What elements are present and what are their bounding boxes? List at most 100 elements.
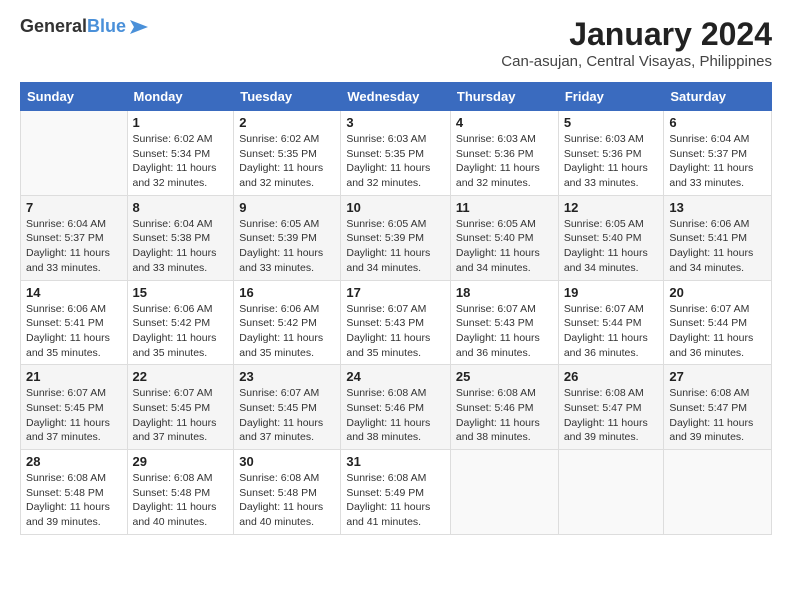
day-number: 26 xyxy=(564,369,659,384)
day-info: Sunrise: 6:05 AMSunset: 5:40 PMDaylight:… xyxy=(564,217,659,276)
calendar-cell: 29 Sunrise: 6:08 AMSunset: 5:48 PMDayligh… xyxy=(127,450,234,535)
week-row-4: 21Sunrise: 6:07 AMSunset: 5:45 PMDayligh… xyxy=(21,365,772,450)
calendar-cell xyxy=(21,111,128,196)
day-info: Sunrise: 6:08 AMSunset: 5:46 PMDaylight:… xyxy=(456,386,553,445)
calendar-cell: 27Sunrise: 6:08 AMSunset: 5:47 PMDayligh… xyxy=(664,365,772,450)
calendar-cell: 25 Sunrise: 6:08 AMSunset: 5:46 PMDayligh… xyxy=(450,365,558,450)
day-number: 28 xyxy=(26,454,122,469)
day-info: Sunrise: 6:07 AMSunset: 5:43 PMDaylight:… xyxy=(456,302,553,361)
calendar-cell: 8 Sunrise: 6:04 AMSunset: 5:38 PMDaylight… xyxy=(127,195,234,280)
day-number: 14 xyxy=(26,285,122,300)
day-number: 29 xyxy=(133,454,229,469)
day-number: 25 xyxy=(456,369,553,384)
week-row-1: 1Sunrise: 6:02 AMSunset: 5:34 PMDaylight… xyxy=(21,111,772,196)
calendar-cell: 19 Sunrise: 6:07 AMSunset: 5:44 PMDayligh… xyxy=(558,280,664,365)
day-info: Sunrise: 6:07 AMSunset: 5:45 PMDaylight:… xyxy=(239,386,335,445)
day-info: Sunrise: 6:05 AMSunset: 5:39 PMDaylight:… xyxy=(346,217,445,276)
weekday-header-tuesday: Tuesday xyxy=(234,83,341,111)
calendar-cell: 26 Sunrise: 6:08 AMSunset: 5:47 PMDayligh… xyxy=(558,365,664,450)
day-info: Sunrise: 6:08 AMSunset: 5:48 PMDaylight:… xyxy=(239,471,335,530)
day-number: 19 xyxy=(564,285,659,300)
day-info: Sunrise: 6:06 AMSunset: 5:42 PMDaylight:… xyxy=(133,302,229,361)
calendar-cell: 31Sunrise: 6:08 AMSunset: 5:49 PMDayligh… xyxy=(341,450,451,535)
day-info: Sunrise: 6:07 AMSunset: 5:45 PMDaylight:… xyxy=(26,386,122,445)
day-info: Sunrise: 6:03 AMSunset: 5:36 PMDaylight:… xyxy=(564,132,659,191)
logo-general: General xyxy=(20,16,87,36)
calendar-cell: 6 Sunrise: 6:04 AMSunset: 5:37 PMDaylight… xyxy=(664,111,772,196)
day-info: Sunrise: 6:08 AMSunset: 5:48 PMDaylight:… xyxy=(26,471,122,530)
calendar-cell: 30Sunrise: 6:08 AMSunset: 5:48 PMDayligh… xyxy=(234,450,341,535)
day-info: Sunrise: 6:08 AMSunset: 5:46 PMDaylight:… xyxy=(346,386,445,445)
calendar-cell xyxy=(664,450,772,535)
day-info: Sunrise: 6:06 AMSunset: 5:41 PMDaylight:… xyxy=(669,217,766,276)
logo: GeneralBlue xyxy=(20,16,150,37)
calendar-cell: 20Sunrise: 6:07 AMSunset: 5:44 PMDayligh… xyxy=(664,280,772,365)
weekday-header-saturday: Saturday xyxy=(664,83,772,111)
day-number: 3 xyxy=(346,115,445,130)
day-info: Sunrise: 6:02 AMSunset: 5:34 PMDaylight:… xyxy=(133,132,229,191)
calendar-cell: 23 Sunrise: 6:07 AMSunset: 5:45 PMDayligh… xyxy=(234,365,341,450)
logo-icon xyxy=(128,18,150,36)
day-number: 27 xyxy=(669,369,766,384)
calendar-cell: 3 Sunrise: 6:03 AMSunset: 5:35 PMDaylight… xyxy=(341,111,451,196)
day-number: 31 xyxy=(346,454,445,469)
day-number: 12 xyxy=(564,200,659,215)
calendar-cell xyxy=(450,450,558,535)
weekday-header-row: SundayMondayTuesdayWednesdayThursdayFrid… xyxy=(21,83,772,111)
day-number: 5 xyxy=(564,115,659,130)
day-info: Sunrise: 6:06 AMSunset: 5:42 PMDaylight:… xyxy=(239,302,335,361)
day-info: Sunrise: 6:03 AMSunset: 5:35 PMDaylight:… xyxy=(346,132,445,191)
logo-blue: Blue xyxy=(87,16,126,36)
week-row-5: 28 Sunrise: 6:08 AMSunset: 5:48 PMDayligh… xyxy=(21,450,772,535)
day-number: 24 xyxy=(346,369,445,384)
day-number: 4 xyxy=(456,115,553,130)
day-info: Sunrise: 6:07 AMSunset: 5:44 PMDaylight:… xyxy=(564,302,659,361)
calendar-cell: 22 Sunrise: 6:07 AMSunset: 5:45 PMDayligh… xyxy=(127,365,234,450)
day-number: 6 xyxy=(669,115,766,130)
calendar-cell: 10 Sunrise: 6:05 AMSunset: 5:39 PMDayligh… xyxy=(341,195,451,280)
day-info: Sunrise: 6:04 AMSunset: 5:38 PMDaylight:… xyxy=(133,217,229,276)
calendar-cell: 13Sunrise: 6:06 AMSunset: 5:41 PMDayligh… xyxy=(664,195,772,280)
week-row-3: 14 Sunrise: 6:06 AMSunset: 5:41 PMDayligh… xyxy=(21,280,772,365)
day-info: Sunrise: 6:06 AMSunset: 5:41 PMDaylight:… xyxy=(26,302,122,361)
calendar-cell: 17 Sunrise: 6:07 AMSunset: 5:43 PMDayligh… xyxy=(341,280,451,365)
day-info: Sunrise: 6:05 AMSunset: 5:39 PMDaylight:… xyxy=(239,217,335,276)
calendar-cell: 21Sunrise: 6:07 AMSunset: 5:45 PMDayligh… xyxy=(21,365,128,450)
day-info: Sunrise: 6:07 AMSunset: 5:45 PMDaylight:… xyxy=(133,386,229,445)
day-number: 18 xyxy=(456,285,553,300)
day-info: Sunrise: 6:03 AMSunset: 5:36 PMDaylight:… xyxy=(456,132,553,191)
calendar-cell: 28 Sunrise: 6:08 AMSunset: 5:48 PMDayligh… xyxy=(21,450,128,535)
day-info: Sunrise: 6:08 AMSunset: 5:47 PMDaylight:… xyxy=(564,386,659,445)
day-number: 7 xyxy=(26,200,122,215)
day-number: 2 xyxy=(239,115,335,130)
calendar-cell: 14 Sunrise: 6:06 AMSunset: 5:41 PMDayligh… xyxy=(21,280,128,365)
day-info: Sunrise: 6:04 AMSunset: 5:37 PMDaylight:… xyxy=(26,217,122,276)
day-number: 8 xyxy=(133,200,229,215)
calendar-cell: 24 Sunrise: 6:08 AMSunset: 5:46 PMDayligh… xyxy=(341,365,451,450)
calendar-cell: 7 Sunrise: 6:04 AMSunset: 5:37 PMDaylight… xyxy=(21,195,128,280)
calendar-cell: 2 Sunrise: 6:02 AMSunset: 5:35 PMDaylight… xyxy=(234,111,341,196)
day-info: Sunrise: 6:02 AMSunset: 5:35 PMDaylight:… xyxy=(239,132,335,191)
day-number: 10 xyxy=(346,200,445,215)
calendar-cell: 18 Sunrise: 6:07 AMSunset: 5:43 PMDayligh… xyxy=(450,280,558,365)
day-info: Sunrise: 6:07 AMSunset: 5:43 PMDaylight:… xyxy=(346,302,445,361)
week-row-2: 7 Sunrise: 6:04 AMSunset: 5:37 PMDaylight… xyxy=(21,195,772,280)
day-number: 15 xyxy=(133,285,229,300)
day-info: Sunrise: 6:04 AMSunset: 5:37 PMDaylight:… xyxy=(669,132,766,191)
calendar-cell: 16 Sunrise: 6:06 AMSunset: 5:42 PMDayligh… xyxy=(234,280,341,365)
day-number: 11 xyxy=(456,200,553,215)
weekday-header-sunday: Sunday xyxy=(21,83,128,111)
day-number: 22 xyxy=(133,369,229,384)
day-number: 23 xyxy=(239,369,335,384)
day-info: Sunrise: 6:08 AMSunset: 5:48 PMDaylight:… xyxy=(133,471,229,530)
day-number: 16 xyxy=(239,285,335,300)
calendar-cell: 9Sunrise: 6:05 AMSunset: 5:39 PMDaylight… xyxy=(234,195,341,280)
location-title: Can-asujan, Central Visayas, Philippines xyxy=(501,53,772,70)
calendar-cell: 11Sunrise: 6:05 AMSunset: 5:40 PMDayligh… xyxy=(450,195,558,280)
day-number: 17 xyxy=(346,285,445,300)
title-block: January 2024 Can-asujan, Central Visayas… xyxy=(501,16,772,70)
day-info: Sunrise: 6:07 AMSunset: 5:44 PMDaylight:… xyxy=(669,302,766,361)
calendar-cell: 12 Sunrise: 6:05 AMSunset: 5:40 PMDayligh… xyxy=(558,195,664,280)
month-title: January 2024 xyxy=(501,16,772,53)
calendar-cell: 15 Sunrise: 6:06 AMSunset: 5:42 PMDayligh… xyxy=(127,280,234,365)
